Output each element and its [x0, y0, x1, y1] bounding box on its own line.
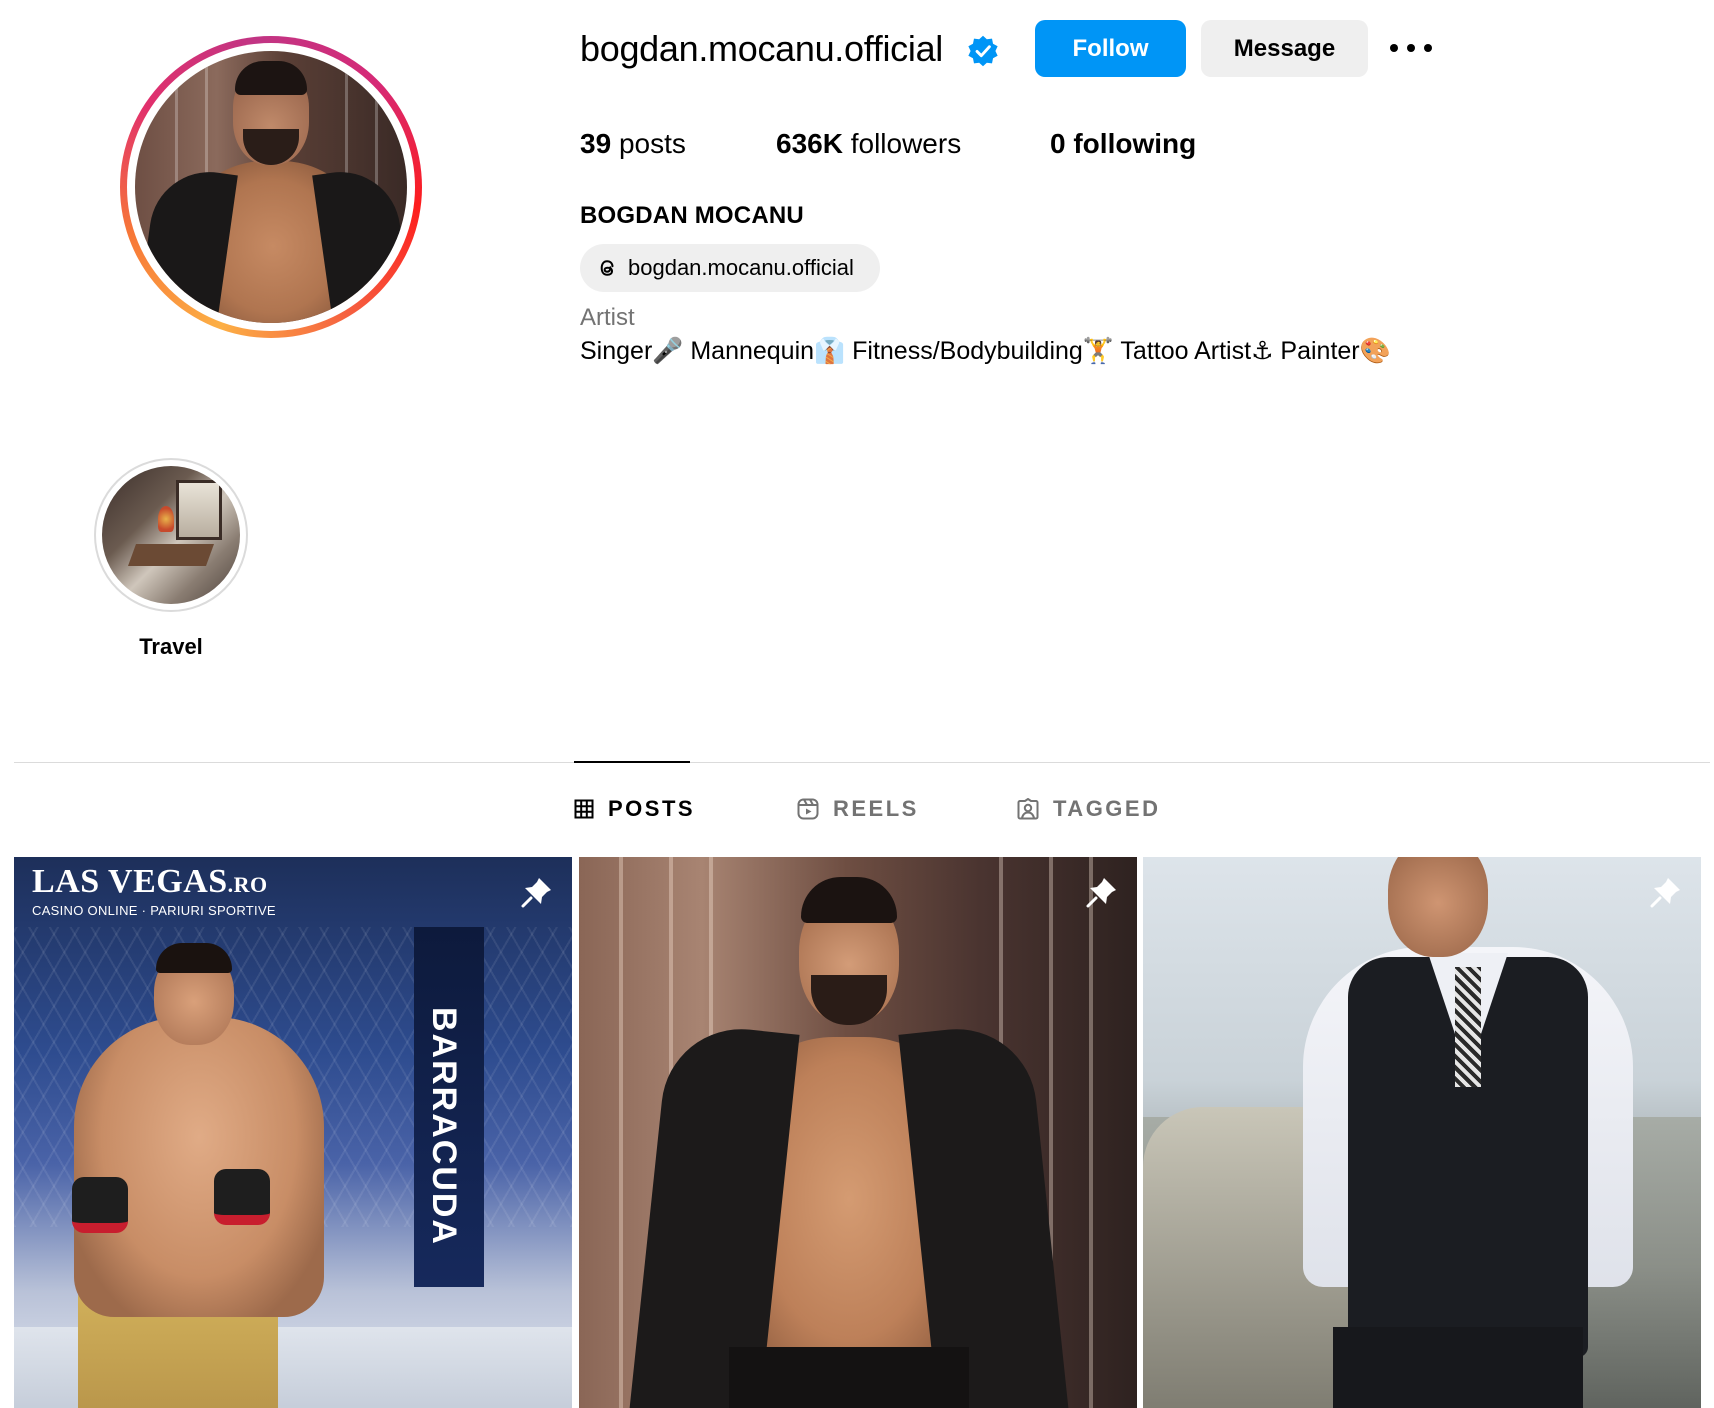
post-overlay-brand: LAS VEGAS.RO — [32, 863, 268, 900]
posts-stat: 39 posts — [580, 128, 686, 160]
tab-posts-label: POSTS — [608, 796, 696, 821]
verified-badge-icon — [968, 35, 998, 67]
post-thumbnail[interactable] — [579, 857, 1137, 1408]
more-options-icon[interactable] — [1390, 36, 1432, 60]
post-overlay-banner-text: BARRACUDA — [425, 1007, 463, 1246]
threads-handle: bogdan.mocanu.official — [628, 255, 854, 280]
pinned-icon — [1086, 878, 1116, 908]
threads-icon — [600, 260, 614, 276]
profile-bio: Singer🎤 Mannequin👔 Fitness/Bodybuilding🏋… — [580, 337, 1391, 365]
following-stat[interactable]: 0 following — [1050, 128, 1196, 160]
profile-category: Artist — [580, 304, 635, 331]
tagged-icon — [1017, 798, 1039, 820]
post-thumbnail[interactable] — [1143, 857, 1701, 1408]
following-count: 0 — [1050, 128, 1066, 159]
tabs-divider — [14, 762, 1710, 763]
tab-reels[interactable]: REELS — [797, 796, 919, 822]
threads-link-badge[interactable]: bogdan.mocanu.official — [580, 244, 880, 292]
followers-stat[interactable]: 636K followers — [776, 128, 961, 160]
tab-posts[interactable]: POSTS — [574, 796, 695, 822]
profile-full-name: BOGDAN MOCANU — [580, 202, 804, 229]
reels-icon — [797, 798, 819, 820]
following-stat-label: following — [1073, 128, 1197, 159]
highlight-travel[interactable] — [94, 458, 248, 612]
profile-avatar — [135, 51, 407, 323]
profile-username: bogdan.mocanu.official — [580, 28, 943, 69]
pinned-icon — [521, 878, 551, 908]
tab-tagged[interactable]: TAGGED — [1017, 796, 1160, 822]
post-overlay-subtitle: CASINO ONLINE · PARIURI SPORTIVE — [32, 903, 276, 918]
pinned-icon — [1650, 878, 1680, 908]
tab-reels-label: REELS — [833, 796, 919, 821]
highlight-label: Travel — [139, 634, 203, 659]
profile-avatar-story-ring[interactable] — [120, 36, 422, 338]
message-button[interactable]: Message — [1201, 20, 1368, 77]
highlight-cover — [102, 466, 240, 604]
followers-stat-label: followers — [850, 128, 962, 159]
follow-button[interactable]: Follow — [1035, 20, 1186, 77]
post-thumbnail[interactable]: BARRACUDA LAS VEGAS.RO CASINO ONLINE · P… — [14, 857, 572, 1408]
posts-stat-label: posts — [618, 128, 686, 159]
posts-count: 39 — [580, 128, 612, 159]
active-tab-indicator — [574, 761, 690, 763]
tab-tagged-label: TAGGED — [1053, 796, 1161, 821]
grid-icon — [574, 799, 594, 819]
followers-count: 636K — [776, 128, 843, 159]
